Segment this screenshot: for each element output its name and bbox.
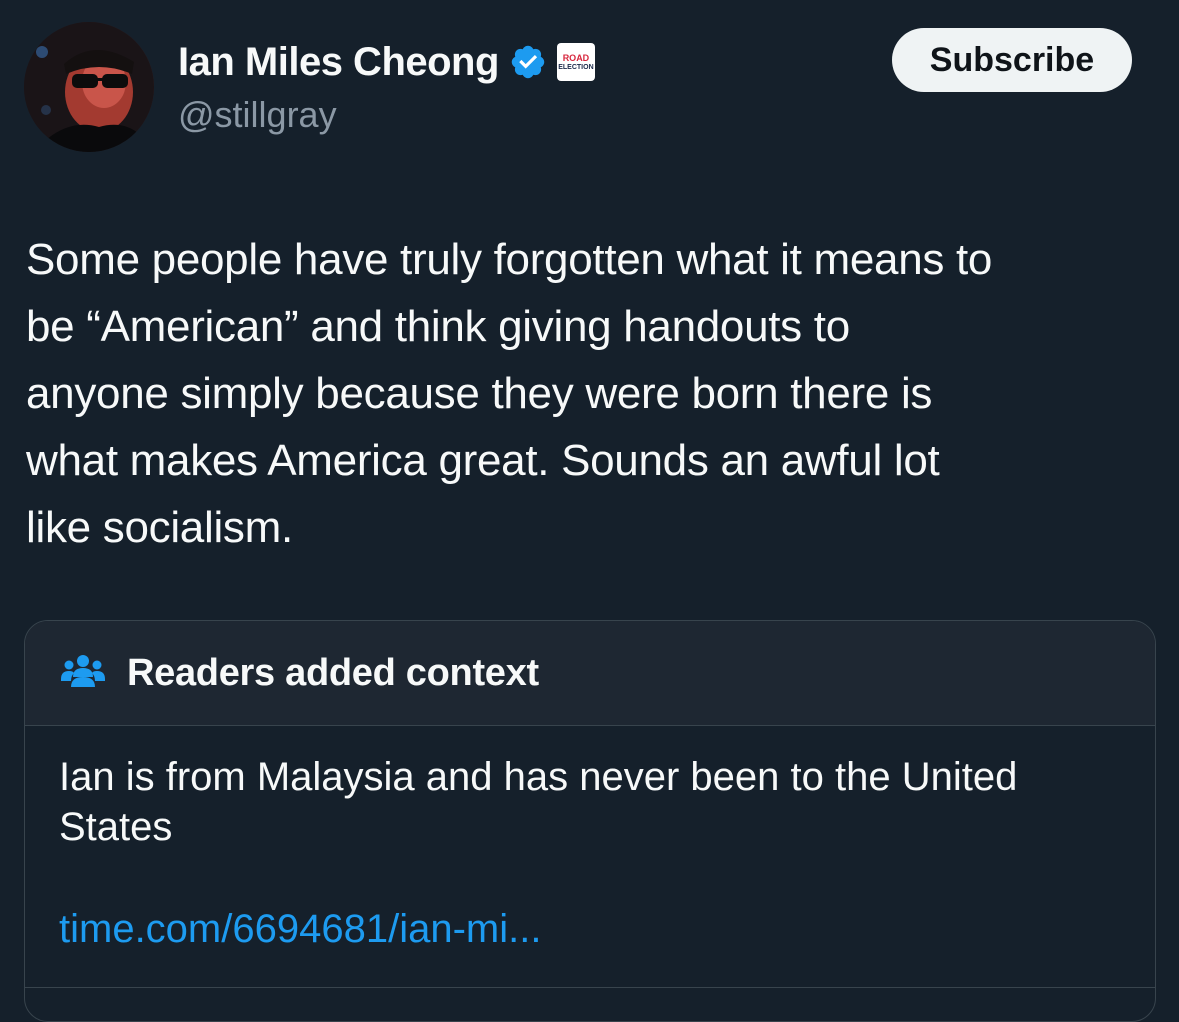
verified-badge-icon[interactable]: [509, 43, 547, 81]
community-note-body-line: Ian is from Malaysia and has never been …: [59, 755, 1018, 799]
tweet-text-line: what makes America great. Sounds an awfu…: [26, 436, 940, 485]
author-avatar[interactable]: [24, 22, 154, 152]
tweet-text-line: be “American” and think giving handouts …: [26, 302, 850, 351]
community-note-title: Readers added context: [127, 651, 539, 694]
community-note: Readers added context Ian is from Malays…: [24, 620, 1156, 1022]
affiliate-badge-line1: ROAD: [562, 52, 590, 63]
community-note-body-line: States: [59, 805, 173, 849]
tweet-text-line: like socialism.: [26, 503, 293, 552]
tweet-text: Some people have truly forgotten what it…: [26, 226, 1156, 561]
tweet-container: Ian Miles Cheong ROAD ELECTION @stillgra…: [0, 0, 1179, 1022]
people-group-icon: [61, 653, 105, 694]
author-name-row: Ian Miles Cheong ROAD ELECTION: [178, 38, 595, 86]
affiliate-badge-line2: ELECTION: [558, 63, 594, 71]
author-display-name[interactable]: Ian Miles Cheong: [178, 40, 499, 85]
community-note-source-link[interactable]: time.com/6694681/ian-mi...: [59, 907, 541, 952]
tweet-text-line: Some people have truly forgotten what it…: [26, 235, 993, 284]
subscribe-button[interactable]: Subscribe: [892, 28, 1132, 92]
affiliate-badge[interactable]: ROAD ELECTION: [556, 43, 595, 81]
author-handle[interactable]: @stillgray: [178, 94, 337, 136]
community-note-body: Ian is from Malaysia and has never been …: [25, 726, 1155, 852]
community-note-divider: [25, 987, 1155, 988]
tweet-text-line: anyone simply because they were born the…: [26, 369, 933, 418]
community-note-header: Readers added context: [25, 621, 1155, 726]
